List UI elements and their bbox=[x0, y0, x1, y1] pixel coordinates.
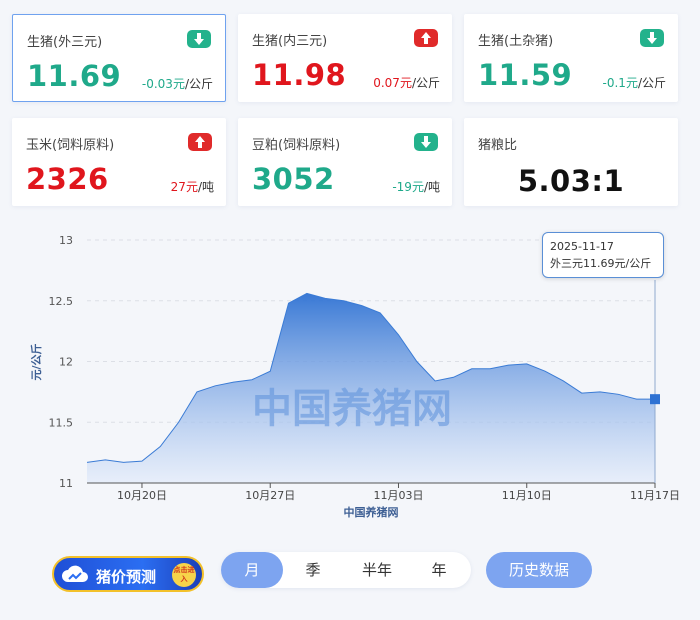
y-tick-label: 11.5 bbox=[49, 416, 74, 429]
change-unit: /公斤 bbox=[184, 77, 213, 91]
card-change: -0.1元/公斤 bbox=[603, 74, 666, 91]
tooltip-price: 11.69元/公斤 bbox=[583, 257, 652, 270]
period-half-year[interactable]: 半年 bbox=[347, 552, 407, 588]
card-price: 11.59 bbox=[478, 58, 573, 92]
change-value: -0.03元 bbox=[141, 77, 185, 91]
x-tick-label: 11月10日 bbox=[502, 489, 552, 502]
change-unit: /公斤 bbox=[637, 76, 666, 90]
card-title: 生猪(土杂猪) bbox=[478, 34, 554, 49]
y-tick-label: 13 bbox=[59, 234, 73, 247]
x-tick-label: 11月03日 bbox=[373, 489, 423, 502]
period-year[interactable]: 年 bbox=[413, 552, 465, 588]
card-pig-waisanyuan[interactable]: 生猪(外三元) 11.69 -0.03元/公斤 bbox=[12, 14, 226, 102]
change-unit: /吨 bbox=[423, 180, 440, 194]
card-price: 11.98 bbox=[252, 58, 347, 92]
x-tick-label: 10月27日 bbox=[245, 489, 295, 502]
chart-watermark: 中国养猪网 bbox=[252, 386, 452, 432]
change-unit: /公斤 bbox=[411, 76, 440, 90]
tooltip-series-label: 外三元 bbox=[550, 257, 583, 270]
arrow-down-icon bbox=[187, 30, 211, 48]
hover-point bbox=[650, 394, 660, 405]
y-axis-label: 元/公斤 bbox=[29, 343, 43, 380]
card-change: 27元/吨 bbox=[171, 178, 214, 195]
card-title: 生猪(内三元) bbox=[252, 34, 328, 49]
chart-tooltip: 2025-11-17 外三元11.69元/公斤 bbox=[542, 232, 664, 278]
cloud-chart-icon bbox=[62, 565, 88, 582]
controls-bar: 猪价预测 点击进入 月 季 半年 年 历史数据 bbox=[0, 548, 700, 598]
card-title: 玉米(饲料原料) bbox=[26, 138, 115, 153]
period-month[interactable]: 月 bbox=[221, 552, 283, 588]
change-value: -0.1元 bbox=[602, 76, 638, 90]
card-title: 豆粕(饲料原料) bbox=[252, 138, 341, 153]
forecast-tag: 点击进入 bbox=[172, 563, 196, 587]
price-forecast-button[interactable]: 猪价预测 点击进入 bbox=[52, 556, 204, 592]
x-tick-label: 10月20日 bbox=[117, 489, 167, 502]
card-change: -0.03元/公斤 bbox=[142, 75, 213, 92]
change-unit: /吨 bbox=[197, 180, 214, 194]
card-change: -19元/吨 bbox=[392, 178, 440, 195]
y-tick-label: 11 bbox=[59, 477, 73, 490]
arrow-up-icon bbox=[414, 29, 438, 47]
card-pig-tuzazhu[interactable]: 生猪(土杂猪) 11.59 -0.1元/公斤 bbox=[464, 14, 678, 102]
card-corn[interactable]: 玉米(饲料原料) 2326 27元/吨 bbox=[12, 118, 226, 206]
card-price: 11.69 bbox=[27, 59, 122, 93]
change-value: 27元 bbox=[170, 180, 198, 194]
forecast-label: 猪价预测 bbox=[96, 568, 157, 586]
period-quarter[interactable]: 季 bbox=[285, 552, 341, 588]
change-value: -19元 bbox=[392, 180, 424, 194]
arrow-up-icon bbox=[188, 133, 212, 151]
x-tick-label: 11月17日 bbox=[630, 489, 680, 502]
y-tick-label: 12 bbox=[59, 356, 73, 369]
change-value: 0.07元 bbox=[373, 76, 412, 90]
card-pig-neisanyuan[interactable]: 生猪(内三元) 11.98 0.07元/公斤 bbox=[238, 14, 452, 102]
tooltip-date: 2025-11-17 bbox=[550, 240, 614, 253]
card-price: 2326 bbox=[26, 162, 109, 196]
arrow-down-icon bbox=[640, 29, 664, 47]
card-price: 3052 bbox=[252, 162, 335, 196]
arrow-down-icon bbox=[414, 133, 438, 151]
card-title: 生猪(外三元) bbox=[27, 35, 103, 50]
period-selector: 月 季 半年 年 bbox=[221, 552, 471, 588]
card-price: 5.03:1 bbox=[517, 164, 625, 198]
card-change: 0.07元/公斤 bbox=[373, 74, 440, 91]
x-axis-label: 中国养猪网 bbox=[344, 505, 399, 519]
y-tick-label: 12.5 bbox=[49, 295, 74, 308]
history-data-button[interactable]: 历史数据 bbox=[486, 552, 592, 588]
card-title: 猪粮比 bbox=[478, 138, 518, 153]
price-cards: 生猪(外三元) 11.69 -0.03元/公斤 生猪(内三元) 11.98 0.… bbox=[12, 14, 682, 206]
card-pig-grain-ratio[interactable]: 猪粮比 5.03:1 bbox=[464, 118, 678, 206]
tooltip-value: 外三元11.69元/公斤 bbox=[550, 255, 663, 272]
card-soymeal[interactable]: 豆粕(饲料原料) 3052 -19元/吨 bbox=[238, 118, 452, 206]
